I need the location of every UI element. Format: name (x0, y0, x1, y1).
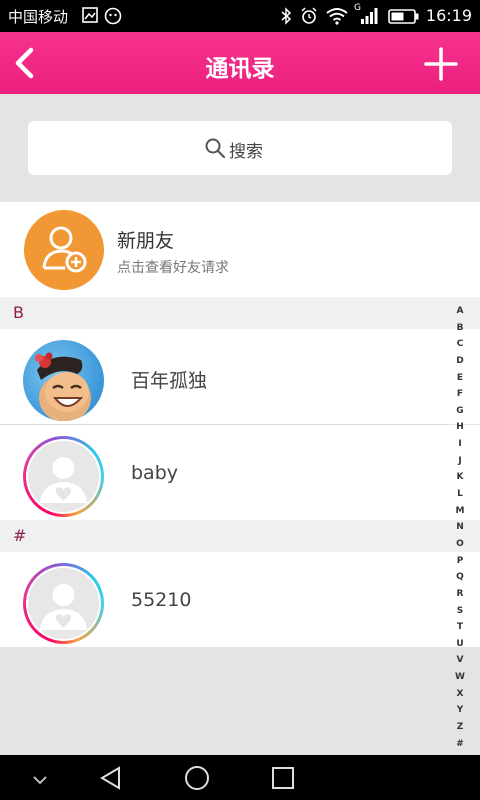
search-icon (204, 137, 226, 159)
cartoon-avatar (23, 340, 104, 421)
alphabet-index-letter[interactable]: Q (451, 569, 469, 586)
battery-icon (388, 9, 420, 28)
search-area: 搜索 (0, 94, 480, 202)
contact-row[interactable]: 百年孤独 (0, 329, 480, 424)
alphabet-index-letter[interactable]: R (451, 586, 469, 603)
alphabet-index-letter[interactable]: S (451, 603, 469, 620)
alphabet-index-letter[interactable]: U (451, 636, 469, 653)
status-bar: 中国移动 G 16:19 (0, 0, 480, 32)
new-friend-avatar (24, 210, 104, 290)
add-contact-button[interactable] (424, 47, 458, 81)
contact-name: 55210 (131, 589, 192, 611)
contact-row[interactable]: baby (0, 425, 480, 520)
home-nav-icon[interactable] (184, 765, 210, 795)
recents-nav-icon[interactable] (270, 765, 296, 795)
app-notification-icon (104, 7, 122, 29)
carrier-name: 中国移动 (8, 8, 69, 26)
alphabet-index-letter[interactable]: O (451, 536, 469, 553)
alphabet-index-letter[interactable]: B (451, 320, 469, 337)
alphabet-index-letter[interactable]: L (451, 486, 469, 503)
signal-icon (360, 7, 378, 29)
wifi-icon (325, 7, 349, 29)
search-input[interactable]: 搜索 (28, 121, 452, 175)
alphabet-index-letter[interactable]: Z (451, 719, 469, 736)
alphabet-index-letter[interactable]: D (451, 353, 469, 370)
alphabet-index-letter[interactable]: E (451, 370, 469, 387)
new-friends-row[interactable]: 新朋友 点击查看好友请求 (0, 202, 480, 297)
alphabet-index-letter[interactable]: W (451, 669, 469, 686)
search-placeholder: 搜索 (229, 142, 263, 162)
alphabet-index-letter[interactable]: I (451, 436, 469, 453)
add-friend-icon (42, 226, 87, 273)
back-nav-icon[interactable] (98, 765, 124, 795)
default-avatar (23, 563, 104, 644)
alphabet-index-letter[interactable]: G (451, 403, 469, 420)
alphabet-index-letter[interactable]: M (451, 503, 469, 520)
section-header-b: B (0, 297, 480, 329)
alphabet-index-letter[interactable]: K (451, 469, 469, 486)
alphabet-index-letter[interactable]: N (451, 519, 469, 536)
new-friends-subtitle: 点击查看好友请求 (117, 260, 229, 276)
page-title: 通讯录 (205, 56, 275, 82)
section-header-hash: # (0, 520, 480, 552)
alphabet-index-letter[interactable]: J (451, 453, 469, 470)
alarm-icon (300, 7, 318, 29)
alphabet-index-letter[interactable]: X (451, 686, 469, 703)
alphabet-index-letter[interactable]: V (451, 652, 469, 669)
alphabet-index-letter[interactable]: C (451, 336, 469, 353)
alphabet-index-letter[interactable]: F (451, 386, 469, 403)
contact-row[interactable]: 55210 (0, 552, 480, 647)
alphabet-index-letter[interactable]: P (451, 553, 469, 570)
bluetooth-icon (280, 7, 292, 29)
alphabet-index-letter[interactable]: A (451, 303, 469, 320)
alphabet-index-letter[interactable]: H (451, 419, 469, 436)
section-letter: B (13, 303, 24, 322)
image-notification-icon (82, 7, 98, 27)
alphabet-index[interactable]: A B C D E F G H I J K L M N O P Q R S T U V W X Y Z # (451, 303, 469, 752)
alphabet-index-letter[interactable]: T (451, 619, 469, 636)
navigation-bar (0, 755, 480, 800)
contact-name: baby (131, 462, 179, 484)
alphabet-index-letter[interactable]: # (451, 736, 469, 753)
app-header: 通讯录 (0, 32, 480, 94)
section-letter: # (13, 526, 27, 545)
new-friends-title: 新朋友 (117, 230, 175, 252)
default-avatar (23, 436, 104, 517)
alphabet-index-letter[interactable]: Y (451, 702, 469, 719)
status-time: 16:19 (425, 6, 472, 25)
hide-keyboard-icon[interactable] (31, 771, 49, 790)
contact-name: 百年孤独 (131, 370, 208, 392)
